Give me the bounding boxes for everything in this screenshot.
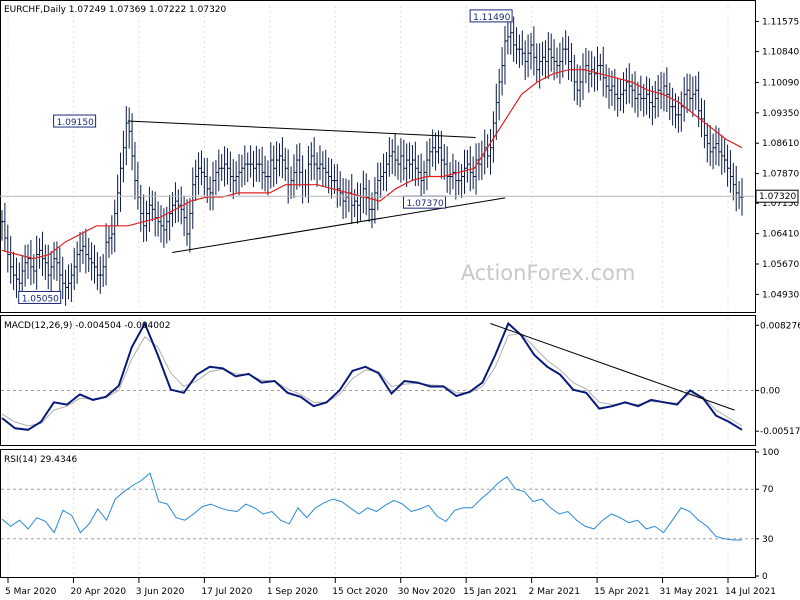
- x-tick-label: 15 Jan 2021: [463, 587, 517, 597]
- y-tick-label: 1.10840: [762, 48, 799, 58]
- y-tick-label: 1.10090: [762, 78, 799, 88]
- x-tick-label: 30 Nov 2020: [398, 587, 456, 597]
- y-tick-label: 1.06410: [762, 230, 799, 240]
- chart-root: ActionForex.com 1.11490 1.09150 1.07370 1.0…: [0, 0, 800, 597]
- annotation-label: 1.11490: [473, 13, 510, 23]
- y-tick-label: 100: [762, 448, 779, 458]
- rsi-y-axis: 100 70 30 0: [755, 448, 779, 582]
- y-tick-label: 1.07870: [762, 170, 799, 180]
- y-tick-label: 0.00: [760, 386, 780, 396]
- y-tick-label: 70: [762, 485, 774, 495]
- price-annotation: 1.11490: [469, 9, 513, 23]
- current-price-label: 1.07320: [759, 192, 796, 202]
- x-tick-label: 3 Jun 2020: [136, 587, 185, 597]
- y-tick-label: 1.04930: [762, 290, 799, 300]
- x-tick-label: 14 Jul 2021: [725, 587, 776, 597]
- y-tick-label: 0: [762, 572, 768, 582]
- x-tick-label: 2 Mar 2021: [529, 587, 580, 597]
- y-tick-label: 1.11575: [762, 17, 799, 27]
- watermark: ActionForex.com: [461, 261, 636, 285]
- y-tick-label: -0.005174: [760, 427, 800, 437]
- price-annotation: 1.09150: [53, 114, 97, 128]
- x-tick-label: 15 Oct 2020: [332, 587, 388, 597]
- y-tick-label: 0.008276: [760, 321, 800, 331]
- y-tick-label: 1.08610: [762, 139, 799, 149]
- x-tick-label: 1 Sep 2020: [267, 587, 319, 597]
- annotation-label: 1.09150: [57, 118, 94, 128]
- x-tick-label: 31 May 2021: [660, 587, 719, 597]
- annotation-label: 1.05050: [22, 294, 59, 304]
- x-tick-label: 17 Jul 2020: [201, 587, 252, 597]
- y-tick-label: 1.09350: [762, 109, 799, 119]
- price-header: EURCHF,Daily 1.07249 1.07369 1.07222 1.0…: [4, 5, 227, 15]
- y-tick-label: 30: [762, 535, 774, 545]
- macd-header: MACD(12,26,9) -0.004504 -0.004002: [4, 321, 170, 331]
- price-panel: [0, 0, 756, 313]
- macd-panel: [0, 315, 756, 446]
- rsi-header: RSI(14) 29.4346: [4, 455, 77, 465]
- annotation-label: 1.07370: [407, 199, 444, 209]
- macd-y-axis: 0.008276 0.00 -0.005174: [755, 321, 800, 437]
- price-annotation: 1.05050: [18, 290, 62, 304]
- y-tick-label: 1.05670: [762, 260, 799, 270]
- x-tick-label: 20 Apr 2020: [70, 587, 126, 597]
- price-annotation: 1.07370: [403, 195, 446, 209]
- x-tick-label: 5 Mar 2020: [5, 587, 57, 597]
- rsi-panel: [0, 449, 756, 578]
- x-tick-label: 15 Apr 2021: [594, 587, 650, 597]
- price-y-axis: 1.11575 1.10840 1.10090 1.09350 1.08610 1.078…: [755, 17, 799, 300]
- x-axis: 5 Mar 2020 20 Apr 2020 3 Jun 2020 17 Jul 20…: [5, 578, 776, 597]
